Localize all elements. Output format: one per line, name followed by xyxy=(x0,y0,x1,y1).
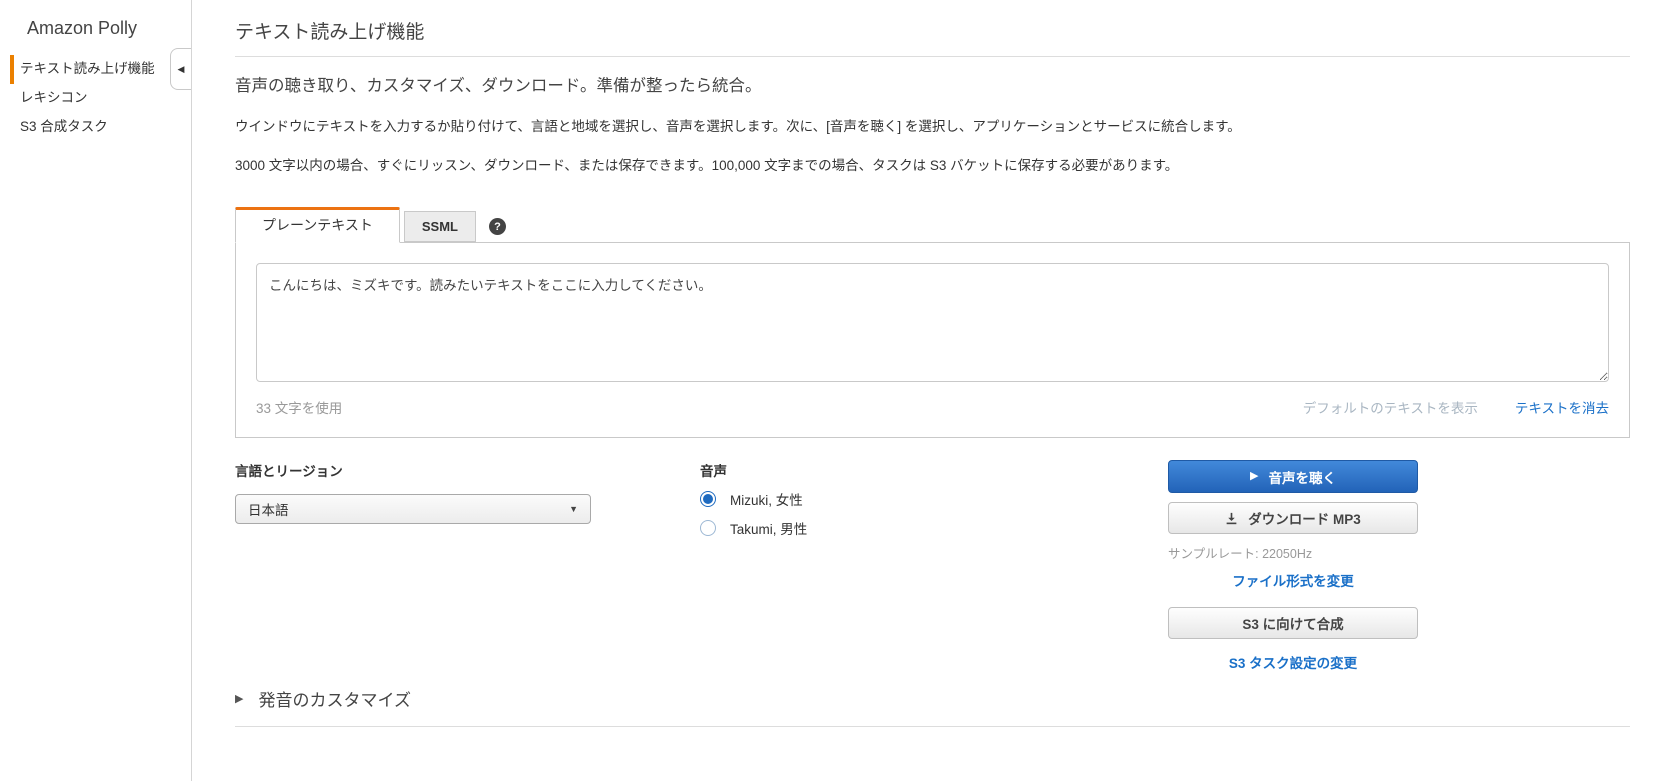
editor-panel: こんにちは、ミズキです。読みたいテキストをここに入力してください。 33 文字を… xyxy=(235,242,1630,438)
voice-option-mizuki[interactable]: Mizuki, 女性 xyxy=(700,489,807,509)
character-count: 33 文字を使用 xyxy=(256,401,343,416)
listen-button-label: 音声を聴く xyxy=(1268,470,1336,486)
play-icon: ▶ xyxy=(1250,470,1259,482)
description-line-1: ウインドウにテキストを入力するか貼り付けて、言語と地域を選択し、音声を選択します… xyxy=(235,119,1241,134)
sidebar-collapse-button[interactable]: ◀ xyxy=(170,48,191,90)
voice-section: 音声 Mizuki, 女性 Takumi, 男性 xyxy=(700,460,807,538)
tab-ssml[interactable]: SSML xyxy=(403,211,477,242)
sidebar-item-label: レキシコン xyxy=(20,89,88,105)
main-content: テキスト読み上げ機能 音声の聴き取り、カスタマイズ、ダウンロード。準備が整ったら… xyxy=(193,0,1669,727)
sidebar-item-text-to-speech[interactable]: テキスト読み上げ機能 xyxy=(10,55,191,84)
change-file-format-link[interactable]: ファイル形式を変更 xyxy=(1168,570,1418,590)
sidebar-item-label: テキスト読み上げ機能 xyxy=(20,61,155,76)
collapse-left-icon: ◀ xyxy=(177,63,185,74)
radio-unselected-icon[interactable] xyxy=(700,520,716,536)
page-subtitle: 音声の聴き取り、カスタマイズ、ダウンロード。準備が整ったら統合。 xyxy=(235,77,762,95)
sidebar-item-lexicons[interactable]: レキシコン xyxy=(10,84,191,113)
show-default-text-link[interactable]: デフォルトのテキストを表示 xyxy=(1303,397,1478,417)
sample-rate-text: サンプルレート: 22050Hz xyxy=(1168,547,1313,561)
voice-option-takumi[interactable]: Takumi, 男性 xyxy=(700,518,807,538)
editor-footer-links: デフォルトのテキストを表示 テキストを消去 xyxy=(1303,397,1609,417)
download-mp3-button[interactable]: ダウンロード MP3 xyxy=(1168,502,1418,534)
voice-label: 音声 xyxy=(700,464,727,479)
help-icon[interactable]: ? xyxy=(489,218,507,235)
language-selected-value: 日本語 xyxy=(248,503,289,518)
s3-task-settings-link[interactable]: S3 タスク設定の変更 xyxy=(1168,652,1418,672)
controls-row: 言語とリージョン 日本語 ▼ 音声 Mizuki, 女性 Takumi, 男性 … xyxy=(235,460,1630,671)
app-title: Amazon Polly xyxy=(27,18,138,38)
speech-text-input[interactable]: こんにちは、ミズキです。読みたいテキストをここに入力してください。 xyxy=(256,263,1609,382)
editor-footer: 33 文字を使用 デフォルトのテキストを表示 テキストを消去 xyxy=(256,397,1609,417)
page-title: テキスト読み上げ機能 xyxy=(235,22,425,43)
tab-label: プレーンテキスト xyxy=(262,217,373,233)
sidebar-item-label: S3 合成タスク xyxy=(20,118,108,134)
download-icon xyxy=(1226,512,1237,524)
language-section: 言語とリージョン 日本語 ▼ xyxy=(235,460,591,524)
listen-button[interactable]: ▶ 音声を聴く xyxy=(1168,460,1418,493)
tab-label: SSML xyxy=(421,219,459,234)
sidebar-item-s3-synthesis-tasks[interactable]: S3 合成タスク xyxy=(10,113,191,142)
voice-option-label: Mizuki, 女性 xyxy=(730,493,803,508)
title-divider xyxy=(235,56,1630,57)
tab-plain-text[interactable]: プレーンテキスト xyxy=(235,207,400,243)
language-select[interactable]: 日本語 ▼ xyxy=(235,494,591,524)
clear-text-link[interactable]: テキストを消去 xyxy=(1515,397,1609,417)
pronunciation-customize-expander[interactable]: ▶ 発音のカスタマイズ xyxy=(235,686,1630,727)
editor-tab-bar: プレーンテキスト SSML ? xyxy=(235,207,1630,243)
voice-option-label: Takumi, 男性 xyxy=(730,522,808,537)
actions-section: ▶ 音声を聴く ダウンロード MP3 サンプルレート: 22050Hz ファイル… xyxy=(1168,460,1418,672)
radio-selected-icon[interactable] xyxy=(700,491,716,507)
language-label: 言語とリージョン xyxy=(235,464,343,479)
synthesize-to-s3-button[interactable]: S3 に向けて合成 xyxy=(1168,607,1418,639)
expander-label: 発音のカスタマイズ xyxy=(258,691,411,710)
synthesize-button-label: S3 に向けて合成 xyxy=(1242,617,1344,632)
chevron-right-icon: ▶ xyxy=(235,693,244,705)
chevron-down-icon: ▼ xyxy=(569,504,578,514)
sidebar: Amazon Polly テキスト読み上げ機能 レキシコン S3 合成タスク ◀ xyxy=(0,0,192,781)
download-button-label: ダウンロード MP3 xyxy=(1248,512,1361,527)
question-mark-glyph: ? xyxy=(494,220,501,233)
description-line-2: 3000 文字以内の場合、すぐにリッスン、ダウンロード、または保存できます。10… xyxy=(235,158,1179,173)
